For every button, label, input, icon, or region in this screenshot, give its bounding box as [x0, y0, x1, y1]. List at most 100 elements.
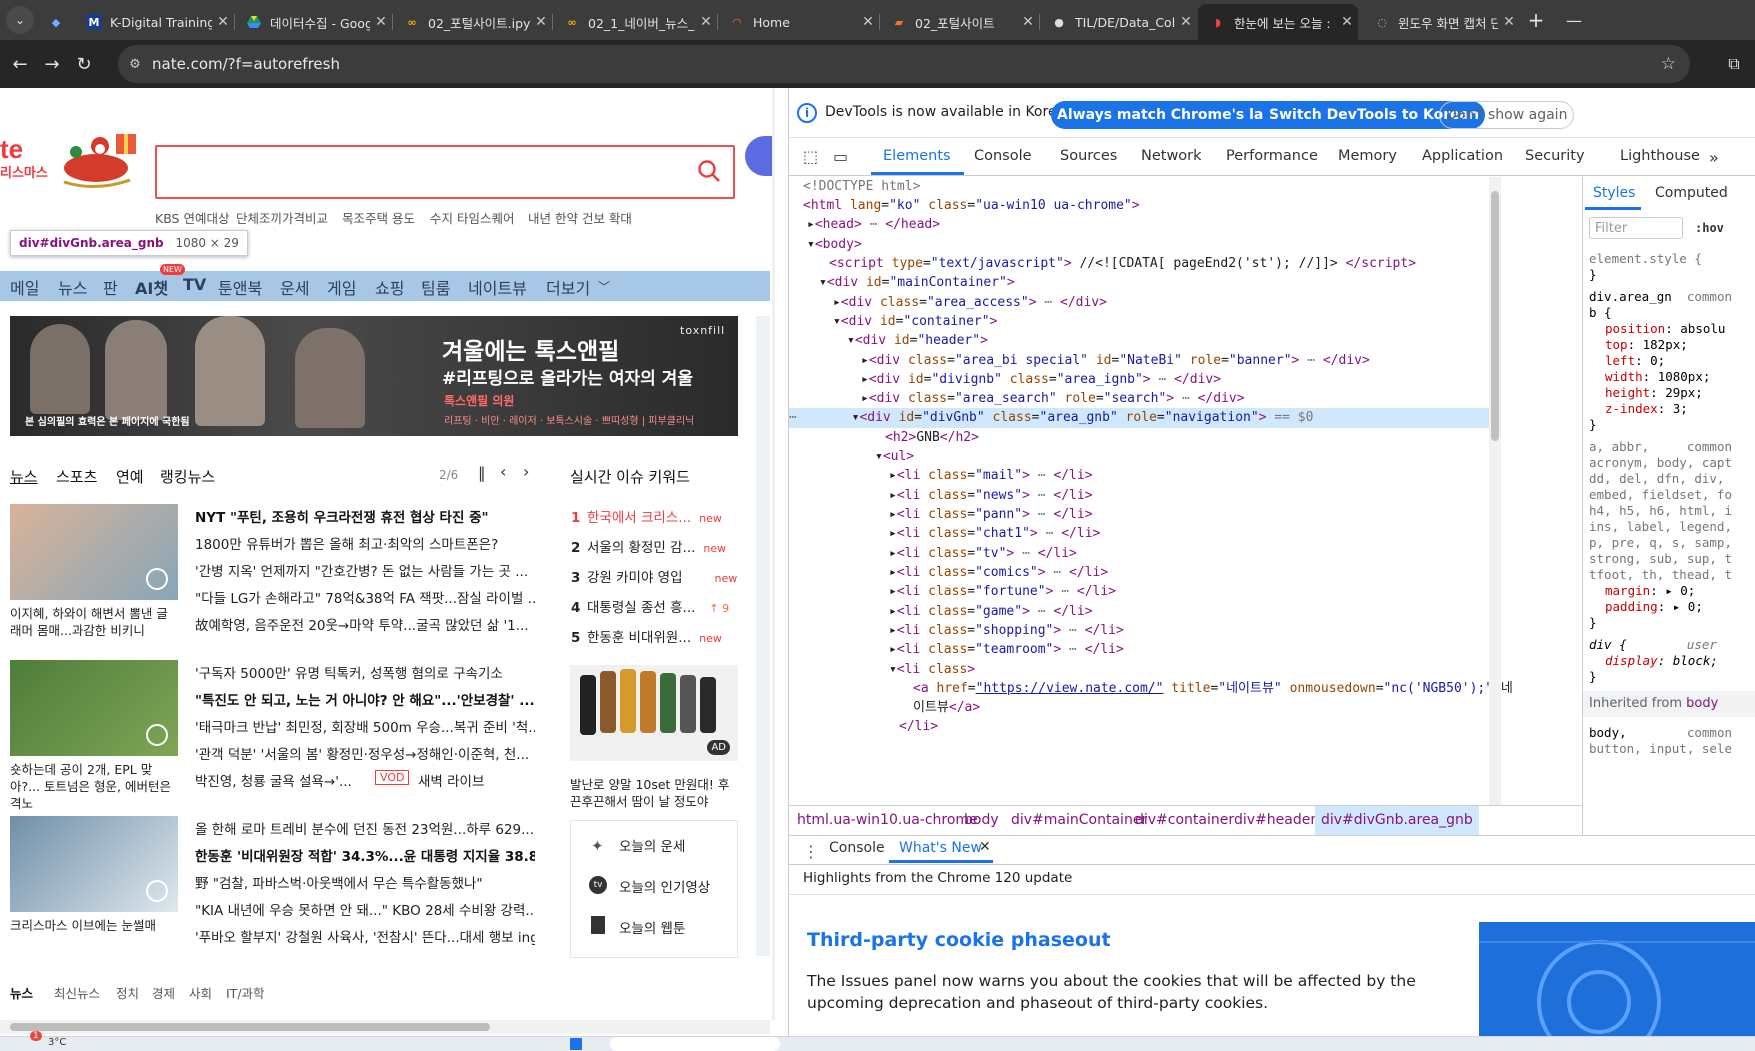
product-ad-image[interactable]: AD — [570, 665, 738, 761]
more-tabs-icon[interactable]: » — [1709, 148, 1719, 167]
gnb-item-teamroom[interactable]: 팀룸 — [421, 275, 450, 299]
next-icon[interactable]: › — [523, 462, 529, 481]
headline[interactable]: '태극마크 반납' 최민정, 회장배 500m 우승...복귀 준비 '척... — [195, 716, 535, 736]
tab-jupyter-home[interactable]: ◠ Home ✕ — [717, 6, 879, 38]
breadcrumb-item[interactable]: div#header — [1234, 812, 1316, 828]
reload-button[interactable]: ↻ — [70, 50, 98, 78]
close-icon[interactable]: ✕ — [370, 14, 392, 30]
hov-toggle[interactable]: :hov — [1695, 221, 1724, 235]
news-caption[interactable]: 숏하는데 공이 2개, EPL 맞아?... 토트넘은 형운, 에버턴은 격노 — [10, 761, 178, 812]
start-icon[interactable] — [570, 1038, 582, 1050]
keyword-item[interactable]: 5 한동훈 비대위원... new — [571, 626, 722, 646]
new-tab-button[interactable]: + — [1522, 6, 1550, 34]
breadcrumb-item[interactable]: div#container — [1135, 812, 1234, 828]
tab-sports[interactable]: 스포츠 — [56, 466, 97, 487]
news-caption[interactable]: 크리스마스 이브에는 눈썰매 — [10, 917, 178, 934]
keyword-item[interactable]: 2 서울의 황정민 감... new — [571, 536, 726, 556]
tab-performance[interactable]: Performance — [1226, 148, 1318, 164]
forward-button[interactable]: → — [38, 50, 66, 78]
tab-capture[interactable]: ◌ 윈도우 화면 캡처 단 ✕ — [1362, 6, 1520, 38]
tab-security[interactable]: Security — [1525, 148, 1585, 164]
search-input[interactable] — [155, 145, 735, 199]
tab-lighthouse[interactable]: Lighthouse — [1620, 148, 1700, 164]
gnb-item-natebview[interactable]: 네이트뷰 — [468, 275, 527, 299]
tab-memory[interactable]: Memory — [1338, 148, 1397, 164]
weather-text[interactable]: 3°C — [48, 1037, 66, 1048]
tab-console[interactable]: Console — [974, 148, 1032, 164]
ai-chat-floating-icon[interactable] — [745, 136, 775, 176]
close-icon[interactable]: ✕ — [1336, 14, 1358, 30]
extensions-icon[interactable]: ⧉ — [1720, 50, 1748, 78]
bottom-nav-society[interactable]: 사회 — [189, 983, 212, 1002]
minimize-icon[interactable]: — — [1560, 6, 1588, 34]
device-toolbar-icon[interactable]: ▭ — [833, 147, 848, 166]
breadcrumb-item[interactable]: body — [964, 812, 999, 828]
gnb-item-game[interactable]: 게임 — [327, 275, 356, 299]
keyword-item[interactable]: 4 대통령실 종선 흥... ↑ 9 — [571, 596, 729, 616]
tab-entertainment[interactable]: 연예 — [116, 466, 144, 487]
gnb-item-more[interactable]: 더보기 — [546, 275, 590, 299]
headline[interactable]: '관객 덕분' '서울의 봄' 황정민·정우성→정해인·이준혁, 천... — [195, 743, 535, 763]
inspect-element-icon[interactable]: ⬚ — [803, 147, 818, 166]
back-button[interactable]: ← — [6, 50, 34, 78]
gnb-item-news[interactable]: 뉴스 — [58, 275, 87, 299]
tab-pinned[interactable]: ◆ — [36, 6, 76, 38]
site-info-icon[interactable]: ⚙ — [118, 57, 152, 72]
dont-show-again-button[interactable]: Don't show again — [1439, 101, 1575, 129]
headline[interactable]: 한동훈 '비대위원장 적합' 34.3%...윤 대통령 지지율 38.8% — [195, 845, 535, 865]
keyword-item[interactable]: 3 강원 카미야 영입 new — [571, 566, 737, 586]
tab-github[interactable]: ●TIL/DE/Data_Collect✕ — [1039, 6, 1197, 38]
tab-computed[interactable]: Computed — [1655, 185, 1728, 201]
page-vertical-scrollbar[interactable] — [772, 88, 775, 1020]
close-icon[interactable]: ✕ — [1017, 14, 1039, 30]
news-thumbnail[interactable] — [10, 816, 178, 912]
gnb-item-fortune[interactable]: 운세 — [280, 275, 309, 299]
headline[interactable]: "특진도 안 되고, 노는 거 아니야? 안 해요"...'안보경찰' ... — [195, 689, 535, 709]
drawer-tab-console[interactable]: Console — [829, 840, 885, 856]
tab-colab-2[interactable]: ∞ 02_1_네이버_뉴스_ ✕ — [552, 6, 717, 38]
tab-search-button[interactable]: ⌄ — [6, 6, 34, 34]
quick-link-popular-video[interactable]: 오늘의 인기영상 — [619, 876, 710, 896]
headline[interactable]: "다들 LG가 손해라고" 78억&38억 FA 잭팟...잠실 라이벌 ... — [195, 587, 535, 607]
quick-link-fortune[interactable]: 오늘의 운세 — [619, 835, 685, 855]
breadcrumb-item-active[interactable]: div#divGnb.area_gnb — [1315, 806, 1479, 835]
bottom-nav-news[interactable]: 뉴스 — [10, 983, 33, 1002]
tab-news[interactable]: 뉴스 — [10, 466, 38, 487]
bottom-nav-latest[interactable]: 최신뉴스 — [54, 983, 100, 1002]
vod-link[interactable]: 새벽 라이브 — [418, 770, 484, 790]
tab-styles[interactable]: Styles — [1593, 185, 1635, 201]
search-suggestion[interactable]: 수지 타임스퀘어 — [430, 208, 514, 227]
taskbar-search-input[interactable] — [610, 1037, 780, 1051]
bottom-nav-it[interactable]: IT/과학 — [226, 983, 265, 1002]
gnb-item-mail[interactable]: 메일 — [10, 275, 39, 299]
close-icon[interactable]: ✕ — [1175, 14, 1197, 30]
selected-dom-node[interactable]: ⋯ ▾<div id="divGnb" class="area_gnb" rol… — [789, 408, 1489, 428]
headline[interactable]: 올 한해 로마 트레비 분수에 던진 동전 23억원...하루 629... — [195, 818, 535, 838]
gnb-item-toon[interactable]: 툰앤북 — [218, 275, 262, 299]
close-icon[interactable]: ✕ — [212, 14, 234, 30]
news-thumbnail[interactable] — [10, 660, 178, 756]
headline[interactable]: 野 "검찰, 파바스벅·아웃백에서 무슨 특수활동했나" — [195, 872, 535, 892]
tab-notebook[interactable]: ▰ 02_포털사이트 ✕ — [879, 6, 1039, 38]
headline[interactable]: '구독자 5000만' 유명 틱톡커, 성폭행 혐의로 구속기소 — [195, 662, 535, 682]
close-icon[interactable]: ✕ — [530, 14, 552, 30]
tab-network[interactable]: Network — [1141, 148, 1202, 164]
close-icon[interactable]: ✕ — [1498, 14, 1520, 30]
close-icon[interactable]: ✕ — [857, 14, 879, 30]
bookmark-star-icon[interactable]: ☆ — [1661, 54, 1676, 74]
close-icon[interactable]: ✕ — [979, 839, 991, 855]
tab-ranking-news[interactable]: 랭킹뉴스 — [160, 466, 215, 487]
drawer-menu-icon[interactable]: ⋮ — [803, 842, 819, 861]
search-suggestion[interactable]: 목조주택 용도 — [342, 208, 415, 227]
gnb-item-tv[interactable]: TV — [183, 275, 206, 294]
tab-application[interactable]: Application — [1422, 148, 1503, 164]
prev-icon[interactable]: ‹ — [500, 462, 506, 481]
tab-sources[interactable]: Sources — [1060, 148, 1117, 164]
search-suggestion[interactable]: 단체조끼가격비교 — [236, 208, 328, 227]
headline[interactable]: '푸바오 할부지' 강철원 사육사, '전참시' 뜬다...대세 행보 ing — [195, 926, 535, 946]
bottom-nav-politics[interactable]: 정치 — [116, 983, 139, 1002]
product-ad-text[interactable]: 발난로 양말 10set 만원대! 후끈후끈해서 땀이 날 정도야 — [570, 776, 738, 810]
tab-nate-active[interactable]: ◗ 한눈에 보는 오늘 : ✕ — [1198, 4, 1358, 40]
address-bar[interactable]: ⚙ nate.com/?f=autorefresh ☆ — [118, 45, 1690, 83]
dom-tree[interactable]: <!DOCTYPE html> <html lang="ko" class="u… — [789, 177, 1581, 805]
